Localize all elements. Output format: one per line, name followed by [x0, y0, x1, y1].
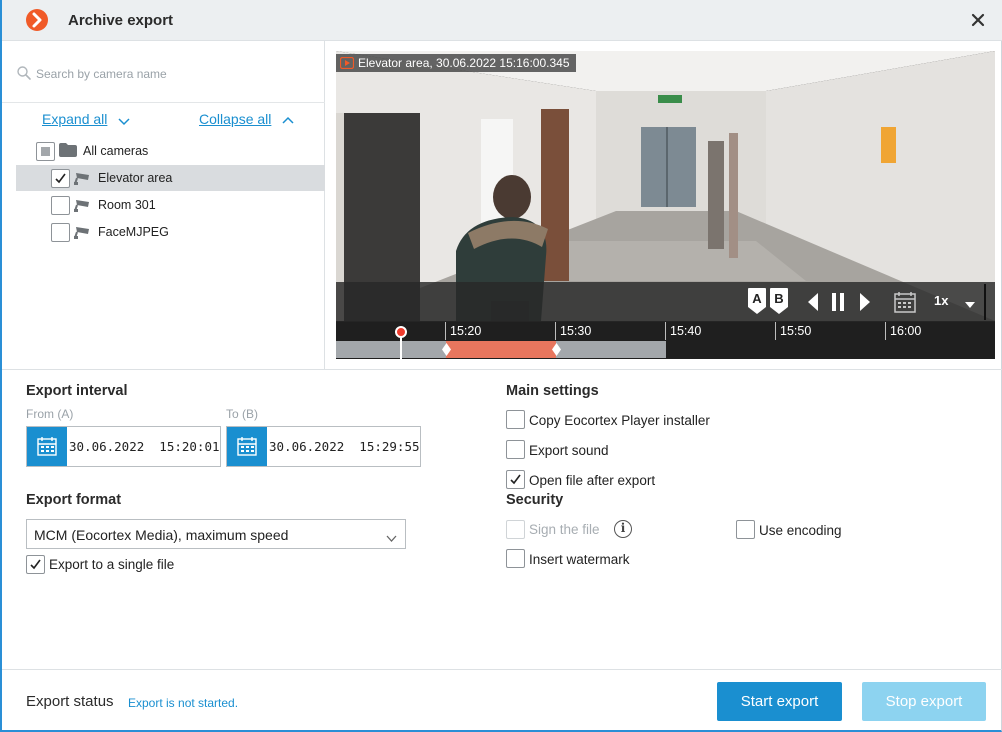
tree-item-label: Room 301: [98, 198, 156, 212]
archive-export-dialog: Archive export Expand all Collapse all: [0, 0, 1002, 732]
use-encoding-label: Use encoding: [759, 523, 842, 538]
timeline-tick: [775, 322, 776, 340]
to-label: To (B): [226, 407, 259, 421]
tree-item-label: Elevator area: [98, 171, 173, 185]
divider: [2, 669, 1002, 670]
timeline-tick-label: 15:20: [450, 324, 482, 338]
camera-checkbox[interactable]: [51, 169, 70, 188]
chevron-up-icon[interactable]: [282, 114, 294, 129]
use-encoding-checkbox[interactable]: [736, 520, 755, 539]
from-date-value[interactable]: 30.06.2022 15:20:01: [69, 439, 220, 454]
player-controls: A B 1x: [336, 282, 995, 322]
tree-item-label: All cameras: [83, 144, 149, 158]
timeline-tick: [885, 322, 886, 340]
start-export-button[interactable]: Start export: [717, 682, 842, 721]
timeline-tick: [665, 322, 666, 340]
video-player[interactable]: Elevator area, 30.06.2022 15:16:00.345 A…: [336, 51, 995, 359]
tree-item-camera[interactable]: Room 301: [16, 192, 325, 218]
export-format-value: MCM (Eocortex Media), maximum speed: [34, 527, 289, 543]
main-settings-title: Main settings: [506, 383, 599, 399]
camera-icon: [74, 198, 92, 215]
app-logo-icon: [26, 9, 48, 31]
open-after-export-label: Open file after export: [529, 473, 656, 488]
calendar-icon[interactable]: [27, 427, 67, 466]
marker-b-label: B: [774, 291, 783, 306]
from-label: From (A): [26, 407, 74, 421]
open-after-export-checkbox[interactable]: [506, 470, 525, 489]
divider: [2, 102, 325, 103]
export-status-text: Export is not started.: [128, 696, 239, 710]
tree-item-all-cameras[interactable]: All cameras: [16, 138, 325, 164]
step-back-icon[interactable]: [806, 292, 820, 315]
camera-checkbox[interactable]: [51, 223, 70, 242]
export-interval-title: Export interval: [26, 383, 128, 399]
chevron-down-icon[interactable]: [118, 114, 130, 129]
sign-file-checkbox[interactable]: [506, 520, 525, 539]
calendar-icon[interactable]: [894, 291, 916, 316]
timeline-tick: [555, 322, 556, 340]
video-play-icon: [339, 56, 355, 72]
copy-player-label: Copy Eocortex Player installer: [529, 413, 710, 428]
export-format-title: Export format: [26, 492, 122, 508]
camera-icon: [74, 225, 92, 242]
camera-icon: [74, 171, 92, 188]
close-icon[interactable]: [968, 10, 988, 30]
timeline-tick: [445, 322, 446, 340]
sign-file-label: Sign the file: [529, 522, 600, 537]
title-bar: Archive export: [2, 0, 1002, 41]
divider: [984, 284, 986, 320]
speed-dropdown-icon[interactable]: [964, 297, 976, 312]
video-caption: Elevator area, 30.06.2022 15:16:00.345: [336, 54, 576, 72]
marker-a-button[interactable]: A: [747, 287, 767, 318]
to-date-field[interactable]: 30.06.2022 15:29:55: [226, 426, 421, 467]
export-sound-label: Export sound: [529, 443, 609, 458]
timeline-tick-label: 15:30: [560, 324, 592, 338]
tree-item-label: FaceMJPEG: [98, 225, 169, 239]
insert-watermark-checkbox[interactable]: [506, 549, 525, 568]
single-file-checkbox[interactable]: [26, 555, 45, 574]
to-date-value[interactable]: 30.06.2022 15:29:55: [269, 439, 420, 454]
playback-speed[interactable]: 1x: [934, 293, 948, 308]
collapse-all-link[interactable]: Collapse all: [199, 111, 271, 127]
marker-a-label: A: [752, 291, 762, 306]
info-icon[interactable]: i: [614, 520, 632, 538]
divider: [2, 369, 1002, 370]
tree-item-camera[interactable]: FaceMJPEG: [16, 219, 325, 245]
timeline-marker-a[interactable]: [442, 343, 451, 356]
chevron-down-icon: [386, 531, 397, 546]
export-sound-checkbox[interactable]: [506, 440, 525, 459]
search-icon: [16, 65, 32, 84]
folder-icon: [59, 143, 77, 160]
timeline-export-selection[interactable]: [446, 341, 556, 358]
copy-player-checkbox[interactable]: [506, 410, 525, 429]
tree-item-camera[interactable]: Elevator area: [16, 165, 325, 191]
dialog-title: Archive export: [68, 12, 174, 29]
timeline[interactable]: 15:20 15:30 15:40 15:50 16:00: [336, 322, 995, 359]
timeline-tick-label: 15:50: [780, 324, 812, 338]
marker-b-button[interactable]: B: [769, 287, 789, 318]
insert-watermark-label: Insert watermark: [529, 552, 630, 567]
pause-icon[interactable]: [830, 292, 846, 315]
camera-tree-panel: Expand all Collapse all All cameras Elev…: [2, 41, 325, 369]
camera-search: [14, 63, 314, 85]
step-forward-icon[interactable]: [858, 292, 872, 315]
export-status-label: Export status: [26, 693, 114, 710]
security-title: Security: [506, 492, 564, 508]
camera-checkbox[interactable]: [51, 196, 70, 215]
expand-all-link[interactable]: Expand all: [42, 111, 107, 127]
from-date-field[interactable]: 30.06.2022 15:20:01: [26, 426, 221, 467]
camera-search-input[interactable]: [36, 63, 306, 85]
timeline-tick-label: 15:40: [670, 324, 702, 338]
calendar-icon[interactable]: [227, 427, 267, 466]
timeline-tick-label: 16:00: [890, 324, 922, 338]
all-cameras-checkbox[interactable]: [36, 142, 55, 161]
timeline-playhead-handle[interactable]: [395, 326, 407, 338]
single-file-label: Export to a single file: [49, 557, 175, 572]
timeline-marker-b[interactable]: [552, 343, 561, 356]
video-caption-text: Elevator area, 30.06.2022 15:16:00.345: [358, 56, 570, 70]
export-format-select[interactable]: MCM (Eocortex Media), maximum speed: [26, 519, 406, 549]
stop-export-button[interactable]: Stop export: [862, 682, 986, 721]
camera-frame-image: [336, 51, 995, 321]
